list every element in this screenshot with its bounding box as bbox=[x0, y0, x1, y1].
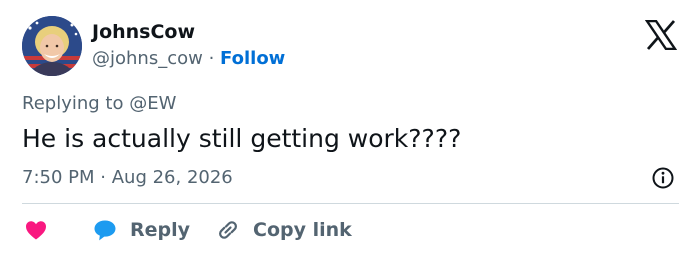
author-handle-row: @johns_cow · Follow bbox=[92, 47, 285, 71]
copy-link-button[interactable]: Copy link bbox=[215, 216, 352, 244]
replying-to: Replying to @EW bbox=[22, 92, 176, 116]
timestamp-separator: · bbox=[100, 167, 106, 188]
tweet-text: He is actually still getting work???? bbox=[22, 124, 462, 153]
tweet-date: Aug 26, 2026 bbox=[111, 167, 233, 188]
divider bbox=[22, 203, 679, 204]
author-handle[interactable]: @johns_cow bbox=[92, 48, 203, 69]
reply-label: Reply bbox=[130, 219, 191, 241]
like-button[interactable] bbox=[24, 216, 48, 244]
follow-button[interactable]: Follow bbox=[220, 48, 285, 69]
replying-to-handle[interactable]: @EW bbox=[129, 93, 176, 114]
speech-bubble-icon bbox=[94, 220, 116, 241]
author-name[interactable]: JohnsCow bbox=[92, 20, 195, 44]
handle-separator: · bbox=[208, 48, 215, 69]
tweet-time: 7:50 PM bbox=[22, 167, 95, 188]
avatar-image bbox=[22, 16, 82, 76]
info-icon[interactable] bbox=[651, 166, 675, 190]
x-logo-icon[interactable] bbox=[645, 20, 677, 50]
replying-to-prefix: Replying to bbox=[22, 93, 124, 114]
copy-link-label: Copy link bbox=[253, 219, 352, 241]
heart-icon bbox=[26, 221, 46, 240]
reply-button[interactable]: Reply bbox=[92, 216, 190, 244]
avatar[interactable] bbox=[22, 16, 82, 76]
link-icon bbox=[219, 221, 237, 239]
tweet-timestamp[interactable]: 7:50 PM · Aug 26, 2026 bbox=[22, 166, 233, 190]
